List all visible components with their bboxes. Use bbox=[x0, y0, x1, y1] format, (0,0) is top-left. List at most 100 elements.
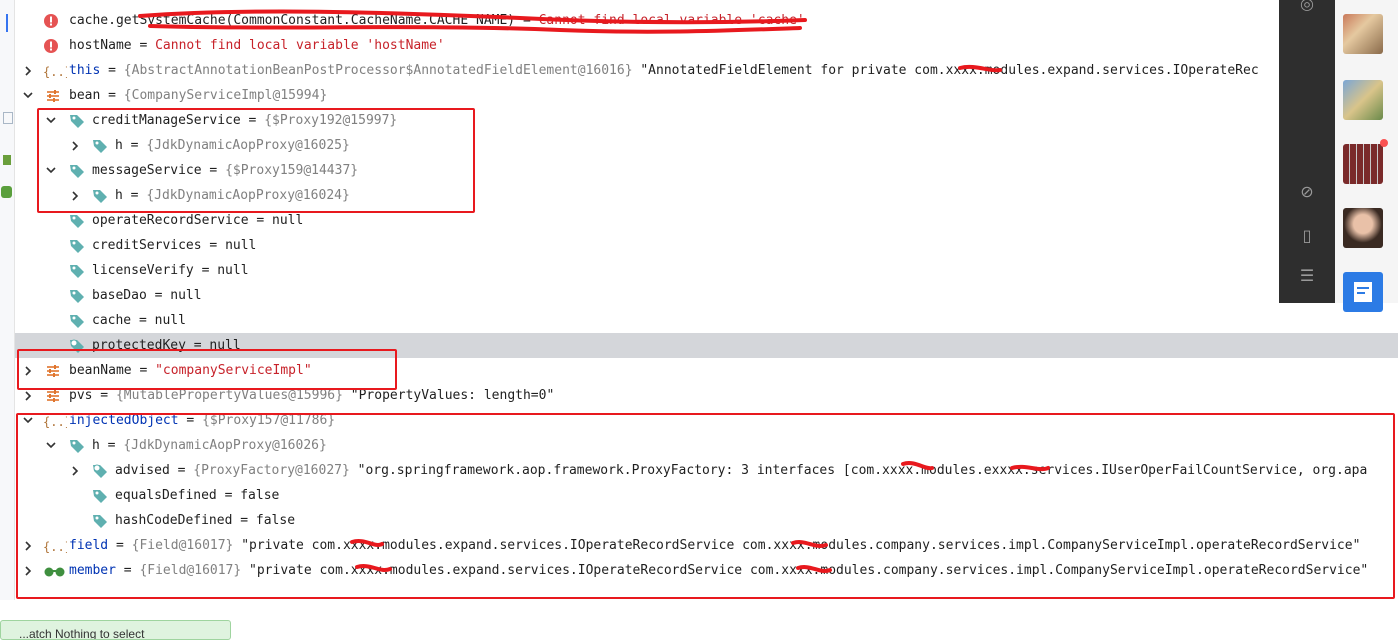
object-reference: {ProxyFactory@16027} bbox=[193, 463, 350, 478]
gutter-marker bbox=[3, 155, 11, 165]
bean-settings-icon bbox=[45, 363, 61, 379]
variable-row[interactable]: equalsDefined = false bbox=[15, 483, 1398, 508]
field-tag-icon bbox=[69, 313, 85, 329]
variable-value: "private com.xxxx.modules.expand.service… bbox=[249, 563, 1369, 578]
object-reference: {Field@16017} bbox=[139, 563, 242, 578]
variable-row[interactable]: creditServices = null bbox=[15, 233, 1398, 258]
chevron-right-icon[interactable] bbox=[21, 358, 35, 383]
variable-row[interactable]: pvs = {MutablePropertyValues@15996} "Pro… bbox=[15, 383, 1398, 408]
equals-sign: = bbox=[248, 213, 273, 228]
variable-row[interactable]: {..} field = {Field@16017} "private com.… bbox=[15, 533, 1398, 558]
chat-avatar[interactable] bbox=[1343, 80, 1383, 120]
variable-value: null bbox=[272, 213, 304, 228]
equals-sign: = bbox=[169, 463, 194, 478]
variable-row[interactable]: cache.getSystemCache(CommonConstant.Cach… bbox=[15, 8, 1398, 33]
variable-name: injectedObject bbox=[69, 413, 179, 428]
variable-row[interactable]: member = {Field@16017} "private com.xxxx… bbox=[15, 558, 1398, 583]
object-reference: {CompanyServiceImpl@15994} bbox=[123, 88, 328, 103]
chat-avatar[interactable] bbox=[1343, 144, 1383, 184]
field-tag-icon bbox=[69, 238, 85, 254]
chevron-right-icon[interactable] bbox=[21, 383, 35, 408]
object-reference: {Field@16017} bbox=[131, 538, 234, 553]
phone-icon[interactable]: ▯ bbox=[1297, 226, 1317, 246]
chat-avatar[interactable] bbox=[1343, 14, 1383, 54]
variable-name: protectedKey bbox=[92, 338, 186, 353]
chevron-right-icon[interactable] bbox=[21, 533, 35, 558]
bean-settings-icon bbox=[45, 388, 61, 404]
variable-row[interactable]: messageService = {$Proxy159@14437} bbox=[15, 158, 1398, 183]
chat-avatar[interactable] bbox=[1343, 208, 1383, 248]
variable-row[interactable]: h = {JdkDynamicAopProxy@16024} bbox=[15, 183, 1398, 208]
chevron-right-icon[interactable] bbox=[68, 458, 82, 483]
chevron-down-icon[interactable] bbox=[44, 108, 58, 133]
variable-value: false bbox=[255, 513, 296, 528]
variable-row[interactable]: cache = null bbox=[15, 308, 1398, 333]
variable-value: Cannot find local variable 'cache' bbox=[538, 13, 805, 28]
svg-text:{..}: {..} bbox=[43, 65, 67, 79]
variable-value: Cannot find local variable 'hostName' bbox=[155, 38, 445, 53]
variable-name: field bbox=[69, 538, 109, 553]
chevron-down-icon[interactable] bbox=[21, 83, 35, 108]
equals-sign: = bbox=[185, 338, 210, 353]
chat-avatar[interactable] bbox=[1343, 272, 1383, 312]
equals-sign: = bbox=[240, 113, 265, 128]
variable-row[interactable]: hostName = Cannot find local variable 'h… bbox=[15, 33, 1398, 58]
variable-row[interactable]: creditManageService = {$Proxy192@15997} bbox=[15, 108, 1398, 133]
static-field-icon bbox=[92, 463, 108, 479]
equals-sign: = bbox=[216, 488, 241, 503]
variable-value: false bbox=[240, 488, 280, 503]
variable-value: "companyServiceImpl" bbox=[155, 363, 312, 378]
variable-row[interactable]: {..} injectedObject = {$Proxy157@11786} bbox=[15, 408, 1398, 433]
variable-value: "private com.xxxx.modules.expand.service… bbox=[241, 538, 1361, 553]
equals-sign: = bbox=[108, 538, 132, 553]
menu-icon[interactable]: ☰ bbox=[1297, 266, 1317, 286]
mini-program-icon[interactable]: ⊘ bbox=[1297, 182, 1317, 202]
chevron-right-icon[interactable] bbox=[68, 133, 82, 158]
variable-row[interactable]: operateRecordService = null bbox=[15, 208, 1398, 233]
chevron-right-icon[interactable] bbox=[21, 558, 35, 583]
variable-name: pvs bbox=[69, 388, 93, 403]
variable-row[interactable]: bean = {CompanyServiceImpl@15994} bbox=[15, 83, 1398, 108]
variable-row[interactable]: hashCodeDefined = false bbox=[15, 508, 1398, 533]
chevron-down-icon[interactable] bbox=[44, 158, 58, 183]
object-reference: {$Proxy157@11786} bbox=[202, 413, 336, 428]
chevron-right-icon[interactable] bbox=[21, 58, 35, 83]
variable-row[interactable]: beanName = "companyServiceImpl" bbox=[15, 358, 1398, 383]
moments-icon[interactable]: ◎ bbox=[1297, 0, 1317, 14]
variable-row[interactable]: h = {JdkDynamicAopProxy@16026} bbox=[15, 433, 1398, 458]
variable-name: h bbox=[92, 438, 100, 453]
error-icon bbox=[43, 13, 59, 29]
chat-app-panel: ◎ ⊘ ▯ ☰ bbox=[1279, 0, 1398, 312]
chevron-down-icon[interactable] bbox=[44, 433, 58, 458]
variable-name: beanName bbox=[69, 363, 132, 378]
variable-row[interactable]: h = {JdkDynamicAopProxy@16025} bbox=[15, 133, 1398, 158]
equals-sign: = bbox=[146, 288, 171, 303]
variable-name: licenseVerify bbox=[92, 263, 194, 278]
equals-sign: = bbox=[131, 363, 156, 378]
field-tag-icon bbox=[69, 263, 85, 279]
chevron-right-icon[interactable] bbox=[68, 183, 82, 208]
chevron-down-icon[interactable] bbox=[21, 408, 35, 433]
equals-sign: = bbox=[178, 413, 203, 428]
field-tag-icon bbox=[69, 163, 85, 179]
status-toast: ...atch Nothing to select bbox=[0, 620, 231, 640]
variable-row[interactable]: licenseVerify = null bbox=[15, 258, 1398, 283]
variable-name: bean bbox=[69, 88, 101, 103]
gutter-marker bbox=[1, 186, 12, 198]
chat-app-nav-bar: ◎ ⊘ ▯ ☰ bbox=[1279, 0, 1335, 303]
variable-name: messageService bbox=[92, 163, 202, 178]
variable-row-selected[interactable]: protectedKey = null bbox=[15, 333, 1398, 358]
variable-row[interactable]: {..} this = {AbstractAnnotationBeanPostP… bbox=[15, 58, 1398, 83]
variable-row[interactable]: advised = {ProxyFactory@16027} "org.spri… bbox=[15, 458, 1398, 483]
equals-sign: = bbox=[122, 188, 147, 203]
variable-value: null bbox=[217, 263, 249, 278]
field-tag-icon bbox=[92, 188, 108, 204]
variable-value: "PropertyValues: length=0" bbox=[350, 388, 555, 403]
variable-name: cache.getSystemCache(CommonConstant.Cach… bbox=[69, 13, 516, 28]
field-tag-icon bbox=[69, 213, 85, 229]
variable-value: null bbox=[225, 238, 257, 253]
editor-gutter bbox=[0, 0, 15, 600]
variable-name: advised bbox=[115, 463, 170, 478]
unread-badge bbox=[1380, 139, 1388, 147]
variable-row[interactable]: baseDao = null bbox=[15, 283, 1398, 308]
